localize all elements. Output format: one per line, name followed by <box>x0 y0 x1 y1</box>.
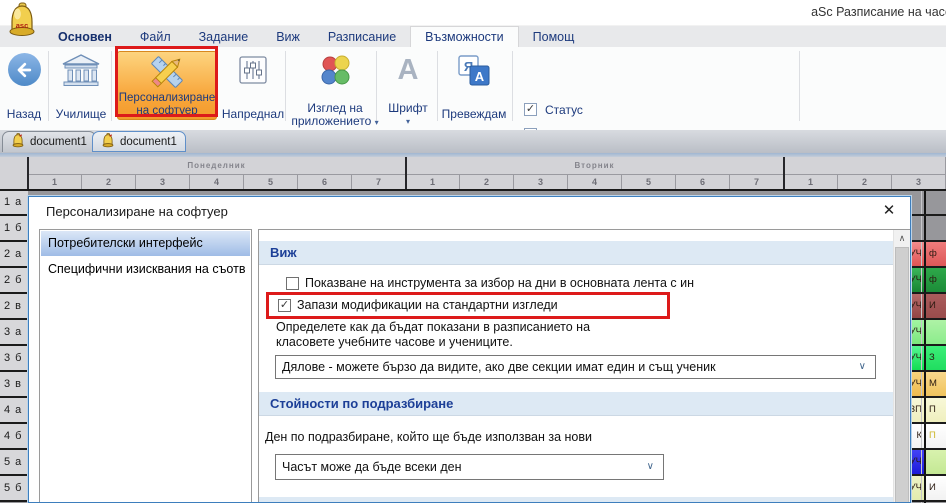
column-grid-line <box>924 190 926 503</box>
color-circles-icon <box>288 53 382 87</box>
font-A-icon: A <box>381 53 435 87</box>
default-day-dropdown[interactable]: Часът може да бъде всеки ден ∨ <box>275 454 664 480</box>
asc-bell-icon <box>101 133 120 151</box>
menu-item[interactable]: Помощ <box>519 26 589 47</box>
lesson-cell[interactable]: ф <box>925 242 946 266</box>
chevron-down-icon: ∨ <box>859 356 866 378</box>
class-row-label: 1 б <box>0 216 28 242</box>
font-button[interactable]: A Шрифт ▾ <box>381 51 435 123</box>
class-row-label: 5 а <box>0 450 28 476</box>
scrollbar-thumb[interactable] <box>895 247 909 503</box>
dialog-category-list: Потребителски интерфейсСпецифични изискв… <box>39 229 252 503</box>
dialog-title: Персонализиране на софтуер <box>46 204 228 219</box>
menu-item[interactable]: Разписание <box>314 26 410 47</box>
customize-software-dialog: Персонализиране на софтуер ✕ Потребителс… <box>28 196 911 503</box>
class-row-label: 2 а <box>0 242 28 268</box>
tab-label: document1 <box>120 136 177 148</box>
day-divider <box>405 157 407 190</box>
dialog-nav-item[interactable]: Потребителски интерфейс <box>41 231 250 256</box>
dialog-nav-item[interactable]: Специфични изисквания на съотв <box>41 257 250 282</box>
checkbox-label: Статус <box>545 103 583 117</box>
app-appearance-button[interactable]: Изглед на приложението ▾ <box>288 51 382 123</box>
ribbon: Назад Училище <box>0 47 946 131</box>
class-row-label: 2 в <box>0 294 28 320</box>
document-tab-bar: document1 document1 <box>0 130 946 153</box>
dialog-content-panel: Виж Показване на инструмента за избор на… <box>258 229 911 503</box>
advanced-sliders-icon <box>220 53 286 87</box>
asc-bell-icon <box>11 133 30 151</box>
menu-item[interactable]: Виж <box>262 26 314 47</box>
section-header-view: Виж <box>259 241 894 265</box>
day-header: Понеделник <box>28 157 406 175</box>
dropdown-arrow-icon: ▾ <box>371 115 445 128</box>
advanced-button[interactable]: Напреднал <box>220 51 286 123</box>
menu-item[interactable]: Възможности <box>410 26 518 47</box>
sections-display-dropdown[interactable]: Дялове - можете бързо да видите, ако две… <box>275 355 876 379</box>
customize-icon <box>118 53 216 93</box>
class-row-label: 5 б <box>0 476 28 502</box>
scroll-up-icon[interactable]: ∧ <box>894 230 910 247</box>
title-bar: aSc Разписание на часо <box>0 0 946 25</box>
lesson-cell[interactable]: З <box>925 346 946 370</box>
checkbox-show-day-picker[interactable]: Показване на инструмента за избор на дни… <box>286 275 694 291</box>
class-row-label: 3 в <box>0 372 28 398</box>
day-divider <box>27 157 29 190</box>
document-tab[interactable]: document1 <box>92 131 186 152</box>
day-header: Вторник <box>406 157 784 175</box>
close-icon[interactable]: ✕ <box>872 198 906 224</box>
day-header <box>784 157 946 175</box>
dialog-scrollbar[interactable]: ∧ <box>893 230 910 503</box>
app-window: aSc Разписание на часо asc ОсновенФайлЗа… <box>0 0 946 503</box>
customize-software-button[interactable]: Персонализиране на софтуер <box>117 51 217 120</box>
menu-item[interactable]: Задание <box>185 26 263 47</box>
class-row-label: 4 б <box>0 424 28 450</box>
window-title: aSc Разписание на часо <box>811 5 946 19</box>
lesson-cell[interactable]: П <box>925 424 946 448</box>
day-divider <box>783 157 785 190</box>
row-grid-line <box>0 189 946 191</box>
lesson-cell[interactable]: ф <box>925 268 946 292</box>
asc-bell-logo-icon: asc <box>5 2 39 38</box>
lesson-cell[interactable]: М <box>925 372 946 396</box>
column-grid-line <box>921 190 922 503</box>
menu-bar: ОсновенФайлЗаданиеВижРазписаниеВъзможнос… <box>0 25 946 47</box>
class-row-label: 3 а <box>0 320 28 346</box>
class-row-label: 3 б <box>0 346 28 372</box>
svg-text:A: A <box>475 69 485 84</box>
checkbox-box[interactable] <box>286 277 299 290</box>
menu-item[interactable]: Основен <box>44 26 126 47</box>
description-text: Определете как да бъдат показани в разпи… <box>276 320 590 350</box>
header-stub <box>0 157 28 190</box>
svg-text:asc: asc <box>16 21 29 30</box>
school-icon <box>52 53 110 87</box>
translate-button[interactable]: Я A Превеждам <box>441 51 507 123</box>
chevron-down-icon: ∨ <box>647 455 654 479</box>
section-header-defaults: Стойности по подразбиране <box>259 392 894 416</box>
back-button[interactable]: Назад <box>1 51 47 123</box>
default-day-label: Ден по подразбиране, който ще бъде изпол… <box>265 430 592 444</box>
lesson-cell[interactable] <box>925 320 946 344</box>
lesson-cell[interactable]: И <box>925 476 946 500</box>
menu-item[interactable]: Файл <box>126 26 185 47</box>
document-tab[interactable]: document1 <box>2 131 96 152</box>
tab-label: document1 <box>30 136 87 148</box>
lesson-cell[interactable]: П <box>925 398 946 422</box>
back-icon <box>1 53 47 86</box>
checkbox-box[interactable]: ✓ <box>524 103 537 116</box>
school-button[interactable]: Училище <box>52 51 110 123</box>
class-row-label: 1 а <box>0 190 28 216</box>
checkbox-keep-view-modifications[interactable]: ✓ Запази модификации на стандартни изгле… <box>278 297 558 313</box>
class-row-label: 2 б <box>0 268 28 294</box>
checkbox-box[interactable]: ✓ <box>278 299 291 312</box>
ribbon-checkbox[interactable]: ✓ Статус <box>524 97 808 122</box>
section-header-partial <box>259 497 894 503</box>
translate-icon: Я A <box>441 53 507 89</box>
class-row-label: 4 а <box>0 398 28 424</box>
lesson-cell[interactable] <box>925 450 946 474</box>
lesson-cell[interactable]: И <box>925 294 946 318</box>
